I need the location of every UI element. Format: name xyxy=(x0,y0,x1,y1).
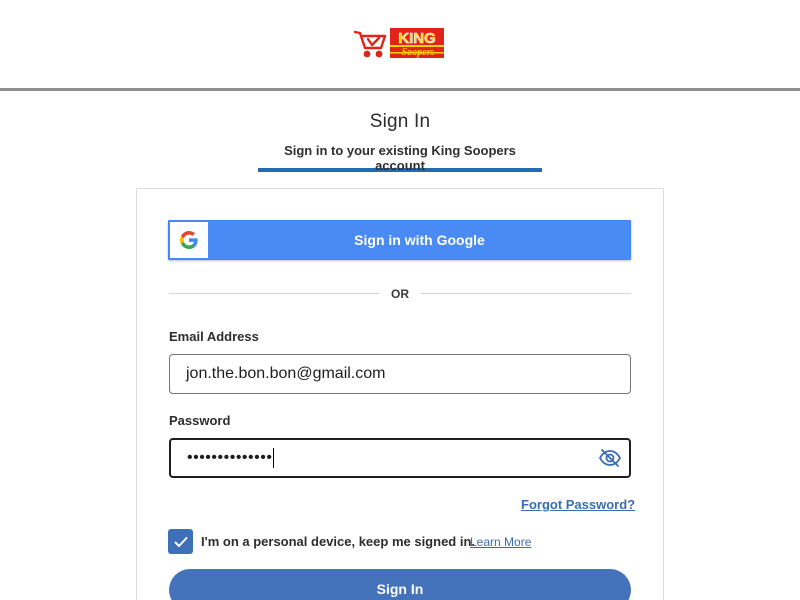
sign-in-button[interactable]: Sign In xyxy=(169,569,631,600)
keep-signed-in-label: I'm on a personal device, keep me signed… xyxy=(201,534,476,549)
learn-more-link[interactable]: Learn More xyxy=(470,535,531,549)
eye-slash-icon[interactable] xyxy=(598,446,622,470)
site-header: KING Soopers xyxy=(0,0,800,91)
email-field[interactable]: jon.the.bon.bon@gmail.com xyxy=(169,354,631,394)
page-title: Sign In xyxy=(369,111,431,132)
king-soopers-logo[interactable]: KING Soopers xyxy=(354,26,446,62)
checkmark-icon xyxy=(174,536,187,547)
email-label: Email Address xyxy=(169,329,259,344)
forgot-password-link[interactable]: Forgot Password? xyxy=(521,497,635,512)
or-text: OR xyxy=(391,287,409,301)
password-field[interactable]: •••••••••••••• xyxy=(169,438,631,478)
or-divider: OR xyxy=(169,286,631,302)
google-g-icon xyxy=(180,231,198,249)
divider-line-right xyxy=(421,293,631,294)
google-sign-in-button[interactable]: Sign in with Google xyxy=(168,220,631,260)
tab-sign-in[interactable]: Sign in to your existing King Soopers ac… xyxy=(258,141,542,173)
google-button-label: Sign in with Google xyxy=(354,232,485,248)
password-masked-value: •••••••••••••• xyxy=(187,449,273,466)
text-caret xyxy=(273,447,275,468)
logo-soopers-text: Soopers xyxy=(402,47,435,58)
logo-king-text: KING xyxy=(398,30,436,47)
shopping-cart-icon xyxy=(354,30,387,58)
keep-signed-in-checkbox[interactable] xyxy=(168,529,193,554)
password-label: Password xyxy=(169,413,231,428)
google-icon-box xyxy=(170,222,208,258)
